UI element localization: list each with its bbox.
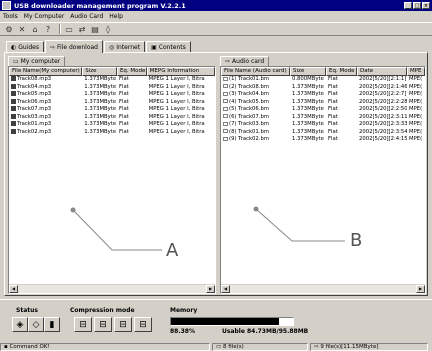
memory-group-label: Memory [170, 307, 198, 314]
tab-label: File download [57, 43, 98, 51]
device-status-button[interactable]: ◇ [28, 317, 44, 332]
card-icon: ◈ [16, 319, 24, 330]
status-buttons: ◈ ◇ ▮ [12, 317, 60, 332]
tab-file-download[interactable]: ⇨ File download [45, 40, 103, 53]
callout-a-label: A [166, 240, 179, 261]
device-icon: ◇ [32, 319, 40, 330]
compression-icon: ⊟ [139, 319, 147, 330]
callout-b-line [253, 206, 345, 242]
compression-buttons: ⊟ ⊟ ⊟ ⊟ [74, 317, 152, 332]
compression-group-label: Compression mode [70, 307, 135, 314]
status-left-count-text: 8 file(s) [222, 343, 244, 350]
status-bar: ▪ Command OK! ▭ 8 file(s) ⇨ 9 file(s)[11… [0, 342, 432, 351]
control-area: Status ◈ ◇ ▮ Compression mode ⊟ ⊟ ⊟ ⊟ Me… [0, 299, 432, 341]
compression-icon: ⊟ [79, 319, 87, 330]
status-command: ▪ Command OK! [0, 342, 210, 351]
folder-small-icon: ▭ [216, 343, 223, 350]
compression-mode-2-button[interactable]: ⊟ [94, 317, 112, 332]
compression-icon: ⊟ [99, 319, 107, 330]
callout-a-line [70, 207, 162, 251]
connection-icon: ▮ [49, 319, 55, 330]
memory-usage-bar [170, 317, 294, 326]
memory-percent: 88.38% [170, 328, 195, 335]
status-right-count: ⇨ 9 file(s)[11.15MByte] [310, 342, 428, 351]
status-left-count: ▭ 8 file(s) [212, 342, 308, 351]
status-right-count-text: 9 file(s)[11.15MByte] [320, 343, 379, 350]
connection-status-button[interactable]: ▮ [44, 317, 60, 332]
memory-usage-text: Usable 84.73MB/95.88MB [222, 328, 309, 335]
compression-mode-3-button[interactable]: ⊟ [114, 317, 132, 332]
compression-mode-4-button[interactable]: ⊟ [134, 317, 152, 332]
callout-b-label: B [350, 230, 363, 251]
memory-usage-fill [171, 318, 279, 325]
compression-icon: ⊟ [119, 319, 127, 330]
download-icon: ⇨ [50, 43, 56, 51]
status-command-text: Command OK! [9, 343, 50, 350]
card-status-button[interactable]: ◈ [12, 317, 28, 332]
status-group-label: Status [16, 307, 38, 314]
compression-mode-1-button[interactable]: ⊟ [74, 317, 92, 332]
